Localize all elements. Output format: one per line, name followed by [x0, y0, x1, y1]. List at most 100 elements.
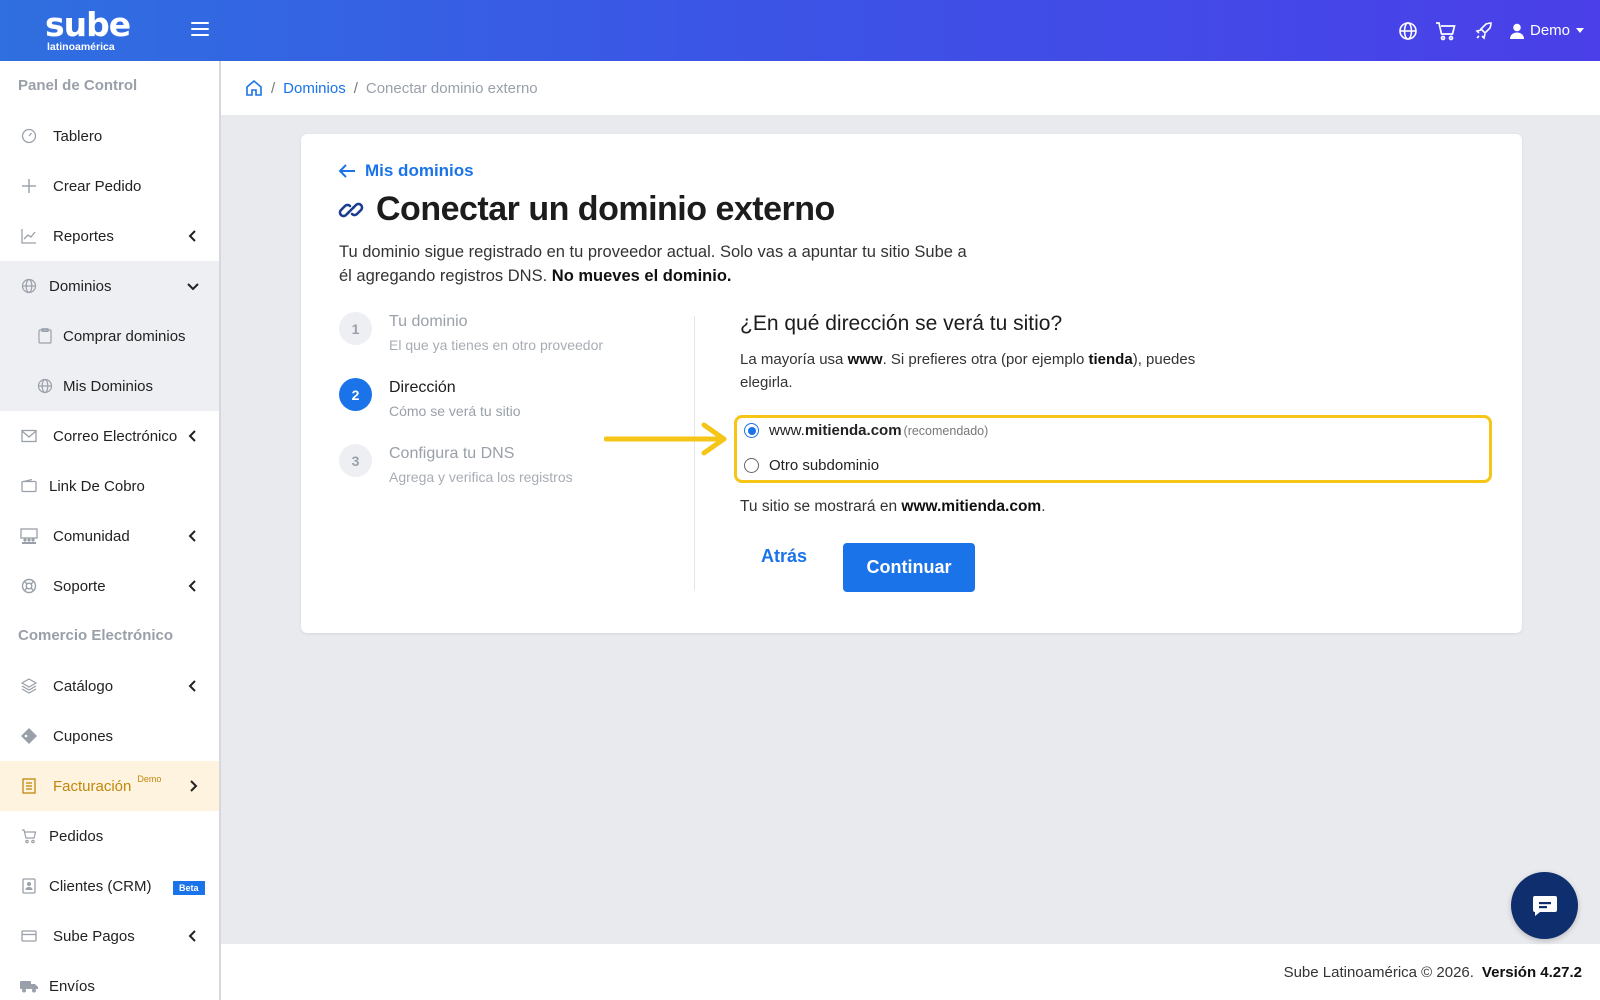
- step-title: Dirección: [389, 379, 456, 396]
- step-title: Tu dominio: [389, 313, 468, 330]
- breadcrumb-link-dominios[interactable]: Dominios: [283, 80, 346, 97]
- option-www-prefix: www.: [769, 422, 805, 439]
- sidebar-item-envios[interactable]: Envíos: [0, 961, 219, 1000]
- option-other-subdomain[interactable]: Otro subdominio: [744, 457, 879, 474]
- sidebar-item-crear-pedido[interactable]: Crear Pedido: [0, 161, 219, 211]
- user-menu[interactable]: Demo: [1509, 22, 1584, 39]
- sidebar-item-label: Dominios: [49, 277, 112, 295]
- sidebar-item-label: Cupones: [53, 727, 114, 745]
- sidebar-item-cupones[interactable]: Cupones: [0, 711, 219, 761]
- sidebar-item-link-de-cobro[interactable]: Link De Cobro: [0, 461, 219, 511]
- step-desc: Agrega y verifica los registros: [389, 469, 573, 485]
- chevron-left-icon: [188, 680, 196, 692]
- breadcrumb-separator: /: [271, 79, 276, 97]
- option-www-domain: mitienda.com: [804, 422, 902, 439]
- footer-copyright: Sube Latinoamérica © 2026.: [1283, 963, 1474, 981]
- wallet-icon: [20, 477, 38, 495]
- sidebar-item-catalogo[interactable]: Catálogo: [0, 661, 219, 711]
- q-desc-www: www: [847, 351, 883, 368]
- cart-icon[interactable]: [1434, 19, 1458, 43]
- chevron-left-icon: [188, 580, 196, 592]
- sidebar-item-reportes[interactable]: Reportes: [0, 211, 219, 261]
- chevron-left-icon: [188, 530, 196, 542]
- sidebar-item-label: Crear Pedido: [53, 177, 142, 195]
- sidebar-item-dominios[interactable]: Dominios: [0, 261, 219, 311]
- brand-logo[interactable]: sube latinoamérica: [45, 5, 131, 53]
- breadcrumb: / Dominios / Conectar dominio externo: [221, 61, 1600, 115]
- sidebar-item-clientes[interactable]: Clientes (CRM) Beta: [0, 861, 219, 911]
- result-suffix: .: [1041, 498, 1046, 515]
- credit-card-icon: [20, 927, 38, 945]
- sidebar-item-correo[interactable]: Correo Electrónico: [0, 411, 219, 461]
- rocket-icon[interactable]: [1472, 19, 1496, 43]
- intro-line-2: él agregando registros DNS. No mueves el…: [339, 264, 1039, 288]
- q-desc-part-2: . Si prefieres otra (por ejemplo: [882, 351, 1085, 368]
- sidebar-item-soporte[interactable]: Soporte: [0, 561, 219, 611]
- sidebar-item-label: Tablero: [53, 127, 103, 145]
- step-1[interactable]: 1 Tu dominio El que ya tienes en otro pr…: [339, 312, 699, 378]
- chevron-down-icon: [1576, 28, 1584, 33]
- option-www-note: (recomendado): [903, 423, 989, 438]
- intro-text: Tu dominio sigue registrado en tu provee…: [339, 240, 1039, 288]
- chat-button[interactable]: [1511, 872, 1578, 939]
- chevron-right-icon: [190, 780, 198, 792]
- user-icon: [1509, 23, 1524, 39]
- question-title: ¿En qué dirección se verá tu sitio?: [740, 312, 1063, 335]
- breadcrumb-current: Conectar dominio externo: [365, 79, 538, 97]
- top-navbar: sube latinoamérica Demo: [0, 0, 1600, 61]
- truck-icon: [20, 977, 38, 995]
- chevron-left-icon: [188, 930, 196, 942]
- sidebar-item-mis-dominios[interactable]: Mis Dominios: [0, 361, 219, 411]
- q-desc-part-4: elegirla.: [740, 374, 793, 391]
- layers-icon: [20, 677, 38, 695]
- home-icon[interactable]: [245, 79, 263, 97]
- brand-logo-main: sube: [45, 5, 131, 44]
- sidebar-item-pedidos[interactable]: Pedidos: [0, 811, 219, 861]
- breadcrumb-separator: /: [353, 79, 358, 97]
- sidebar-item-label: Clientes (CRM): [49, 877, 152, 895]
- globe-icon[interactable]: [1396, 19, 1420, 43]
- back-button[interactable]: Atrás: [758, 545, 810, 567]
- arrow-right-annotation-icon: [604, 422, 727, 456]
- sidebar-item-label: Comunidad: [53, 527, 130, 545]
- footer-version: Versión 4.27.2: [1481, 963, 1582, 981]
- option-www[interactable]: www. mitienda.com (recomendado): [744, 422, 988, 439]
- radio-selected[interactable]: [744, 423, 759, 438]
- q-desc-part-1: La mayoría usa: [740, 351, 844, 368]
- sidebar-item-label: Comprar dominios: [63, 327, 186, 345]
- sidebar-item-label: Catálogo: [53, 677, 114, 695]
- beta-badge: Beta: [173, 881, 205, 895]
- sidebar-item-comprar-dominios[interactable]: Comprar dominios: [0, 311, 219, 361]
- lifebuoy-icon: [20, 577, 38, 595]
- sidebar-item-sube-pagos[interactable]: Sube Pagos: [0, 911, 219, 961]
- clipboard-icon: [36, 327, 54, 345]
- step-desc: Cómo se verá tu sitio: [389, 403, 521, 419]
- intro-bold: No mueves el dominio.: [551, 267, 732, 285]
- globe-icon: [36, 377, 54, 395]
- sidebar-item-comunidad[interactable]: Comunidad: [0, 511, 219, 561]
- chevron-down-icon: [187, 283, 199, 291]
- sidebar-item-label: Sube Pagos: [53, 927, 135, 945]
- hamburger-menu-icon[interactable]: [191, 22, 209, 38]
- invoice-icon: [20, 777, 38, 795]
- sidebar-item-facturacion[interactable]: Facturación Demo: [0, 761, 219, 811]
- chat-bubble-icon: [1532, 895, 1557, 916]
- radio-unselected[interactable]: [744, 458, 759, 473]
- sidebar-item-label: Link De Cobro: [49, 477, 145, 495]
- address-options-group: www. mitienda.com (recomendado) Otro subdo…: [734, 415, 1492, 483]
- demo-superscript: Demo: [137, 774, 162, 784]
- back-to-my-domains-link[interactable]: Mis dominios: [338, 161, 474, 181]
- step-number: 2: [339, 378, 372, 411]
- sidebar-item-label: Soporte: [53, 577, 106, 595]
- sidebar-item-label: Mis Dominios: [63, 377, 154, 395]
- cart-icon: [20, 827, 38, 845]
- option-other-label: Otro subdominio: [769, 457, 880, 474]
- intro-line-1: Tu dominio sigue registrado en tu provee…: [339, 243, 967, 261]
- footer: Sube Latinoamérica © 2026. Versión 4.27.…: [221, 944, 1600, 1000]
- result-text: Tu sitio se mostrará en www.mitienda.com…: [740, 498, 1046, 516]
- continue-button[interactable]: Continuar: [843, 543, 975, 592]
- sidebar-item-label: Reportes: [53, 227, 114, 245]
- result-domain: www.mitienda.com: [901, 498, 1042, 515]
- sidebar-item-tablero[interactable]: Tablero: [0, 111, 219, 161]
- ticket-icon: [20, 727, 38, 745]
